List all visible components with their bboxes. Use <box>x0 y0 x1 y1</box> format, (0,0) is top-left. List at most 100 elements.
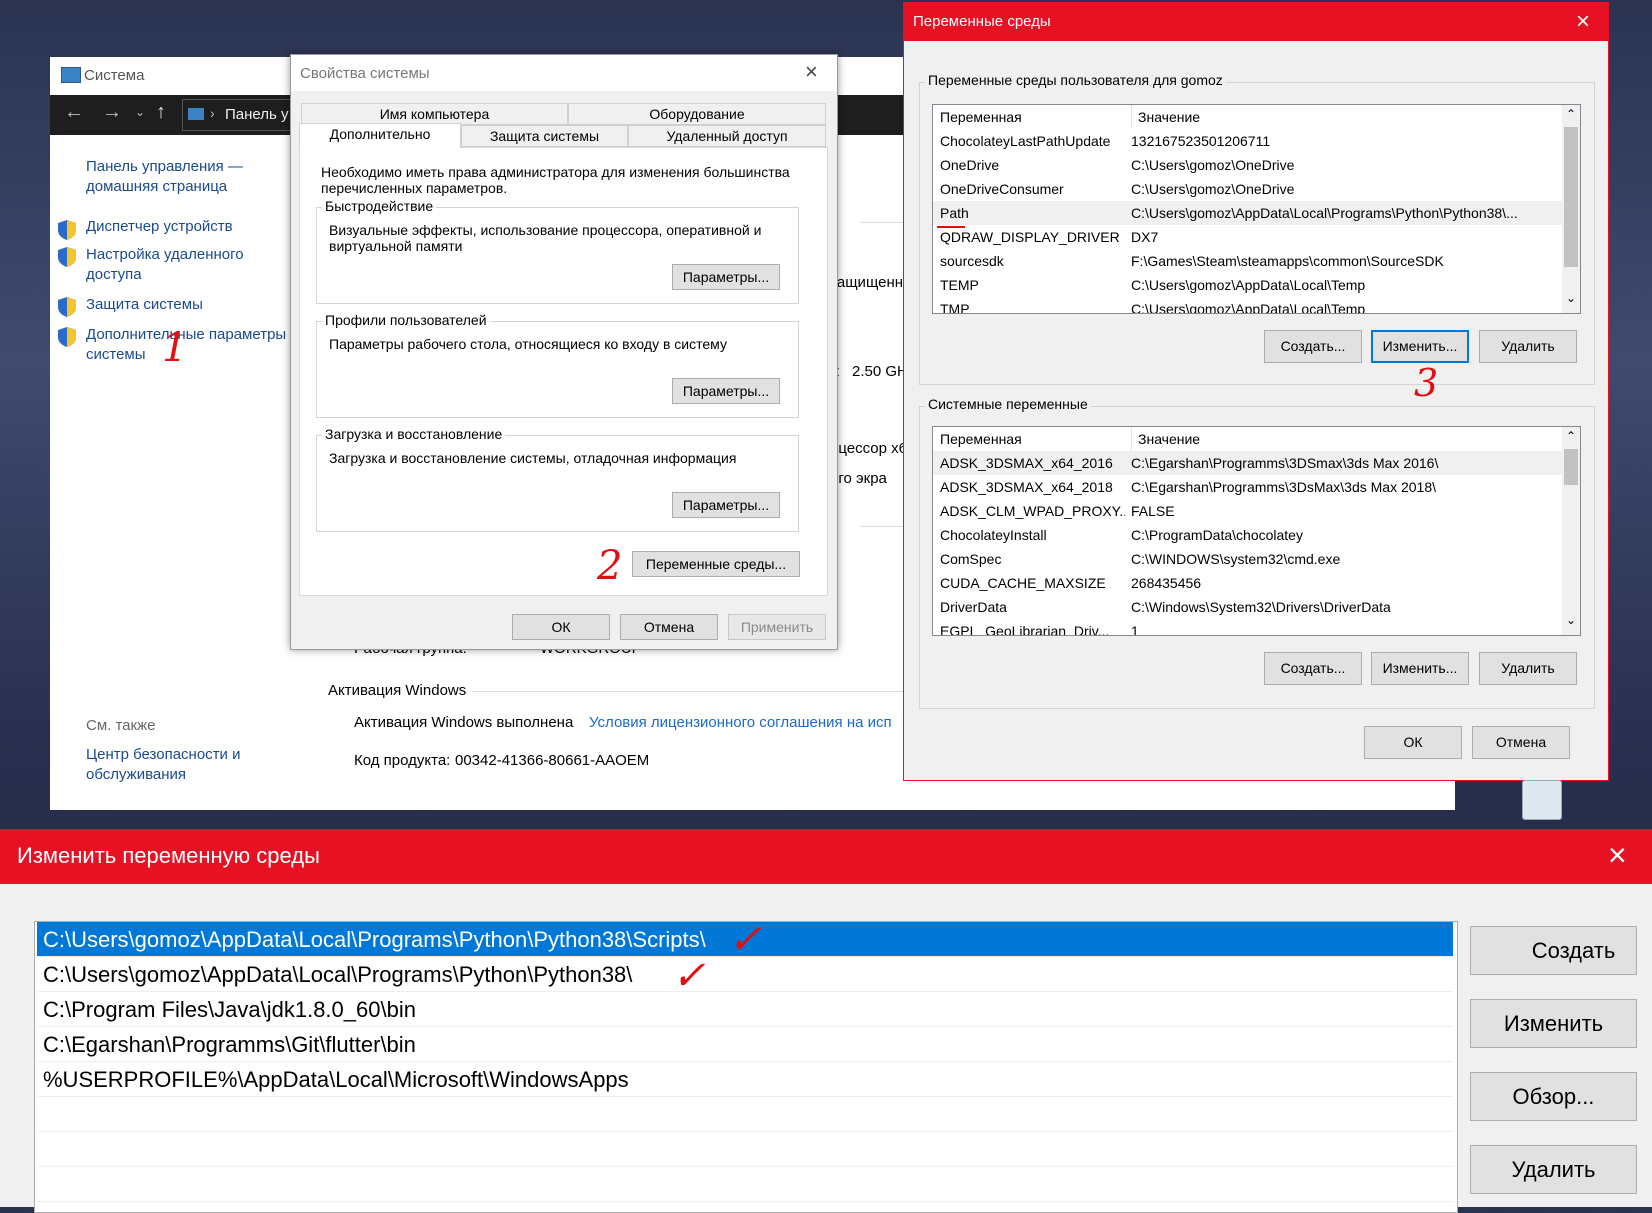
variable-name: ComSpec <box>940 551 1002 567</box>
profiles-settings-button[interactable]: Параметры... <box>672 378 780 404</box>
chevron-right-icon: › <box>210 105 215 121</box>
user-edit-button[interactable]: Изменить... <box>1371 330 1469 363</box>
license-terms-link[interactable]: Условия лицензионного соглашения на исп <box>589 714 892 731</box>
tab-advanced[interactable]: Дополнительно <box>299 123 461 148</box>
table-row[interactable]: Path C:\Users\gomoz\AppData\Local\Program… <box>933 201 1562 225</box>
table-row[interactable]: TMP C:\Users\gomoz\AppData\Local\Temp <box>933 297 1562 313</box>
forward-arrow-icon[interactable]: → <box>102 101 122 124</box>
user-create-button[interactable]: Создать... <box>1264 330 1362 363</box>
table-row[interactable]: OneDrive C:\Users\gomoz\OneDrive <box>933 153 1562 177</box>
chevron-up-icon[interactable]: ⌃ <box>1566 429 1576 443</box>
sidebar-item-label: Диспетчер устройств <box>86 218 233 235</box>
variable-name: DriverData <box>940 599 1007 615</box>
user-delete-button[interactable]: Удалить <box>1479 330 1577 363</box>
edit-titlebar: Изменить переменную среды × <box>0 829 1652 884</box>
sidebar-item-label: Дополнительные параметры системы <box>86 326 287 363</box>
create-label: Создать <box>1531 938 1616 963</box>
table-row[interactable]: CUDA_CACHE_MAXSIZE 268435456 <box>933 571 1562 595</box>
variable-name: Path <box>940 205 969 221</box>
apply-button[interactable]: Применить <box>728 614 826 640</box>
variable-name: CUDA_CACHE_MAXSIZE <box>940 575 1106 591</box>
empty-entry[interactable] <box>37 1132 1453 1167</box>
table-row[interactable]: ADSK_3DSMAX_x64_2016 C:\Egarshan\Programm… <box>933 451 1562 475</box>
system-variables-list[interactable]: Переменная Значение ADSK_3DSMAX_x64_2016… <box>932 426 1581 636</box>
environment-variables-button[interactable]: Переменные среды... <box>632 551 800 577</box>
env-cancel-button[interactable]: Отмена <box>1472 726 1570 759</box>
tab-hardware[interactable]: Оборудование <box>568 103 826 125</box>
scrollbar-thumb[interactable] <box>1564 127 1578 267</box>
path-entry[interactable]: C:\Egarshan\Programms\Git\flutter\bin <box>37 1027 1453 1062</box>
tab-system-protection[interactable]: Защита системы <box>461 125 628 147</box>
screen-fragment: ого экра <box>830 470 887 487</box>
back-arrow-icon[interactable]: ← <box>64 101 84 124</box>
chevron-up-icon[interactable]: ⌃ <box>1566 107 1576 121</box>
table-row[interactable]: DriverData C:\Windows\System32\Drivers\Dr… <box>933 595 1562 619</box>
variable-name: TEMP <box>940 277 979 293</box>
computer-icon <box>61 67 81 83</box>
chevron-down-icon[interactable]: ⌄ <box>1566 291 1576 305</box>
col-value[interactable]: Значение <box>1131 105 1200 129</box>
ok-button[interactable]: ОК <box>512 614 610 640</box>
profiles-group: Профили пользователей Параметры рабочего… <box>316 312 799 418</box>
checkmark-annotation: ✓ <box>672 953 706 999</box>
chevron-down-icon[interactable]: ⌄ <box>1566 613 1576 627</box>
col-variable[interactable]: Переменная <box>940 427 1022 451</box>
performance-settings-button[interactable]: Параметры... <box>672 264 780 290</box>
path-underline <box>937 226 965 228</box>
dialog-title: Свойства системы <box>300 65 430 82</box>
path-entries-list[interactable]: C:\Users\gomoz\AppData\Local\Programs\Py… <box>34 921 1458 1213</box>
variable-value: 268435456 <box>1131 575 1202 591</box>
system-delete-button[interactable]: Удалить <box>1479 652 1577 685</box>
col-value[interactable]: Значение <box>1131 427 1200 451</box>
scrollbar-thumb[interactable] <box>1564 449 1578 485</box>
system-edit-button[interactable]: Изменить... <box>1371 652 1469 685</box>
user-variables-title: Переменные среды пользователя для gomoz <box>925 72 1226 88</box>
variable-value: C:\Egarshan\Programms\3DsMax\3ds Max 201… <box>1131 479 1437 495</box>
table-row[interactable]: ADSK_CLM_WPAD_PROXY... FALSE <box>933 499 1562 523</box>
create-entry-button[interactable]: Создать <box>1470 926 1637 975</box>
up-arrow-icon[interactable]: ↑ <box>156 101 166 124</box>
user-variables-list[interactable]: Переменная Значение ChocolateyLastPathUp… <box>932 104 1581 314</box>
col-variable[interactable]: Переменная <box>940 105 1022 129</box>
delete-entry-button[interactable]: Удалить <box>1470 1145 1637 1194</box>
table-row[interactable]: sourcesdk F:\Games\Steam\steamapps\common… <box>933 249 1562 273</box>
path-entry[interactable]: C:\Program Files\Java\jdk1.8.0_60\bin <box>37 992 1453 1027</box>
table-row[interactable]: QDRAW_DISPLAY_DRIVER DX7 <box>933 225 1562 249</box>
scrollbar[interactable]: ⌃ ⌄ <box>1562 427 1580 635</box>
recycle-bin-icon[interactable] <box>1522 780 1562 820</box>
table-row[interactable]: ADSK_3DSMAX_x64_2018 C:\Egarshan\Programm… <box>933 475 1562 499</box>
close-icon[interactable]: × <box>1576 8 1590 36</box>
table-row[interactable]: TEMP C:\Users\gomoz\AppData\Local\Temp <box>933 273 1562 297</box>
close-icon[interactable]: × <box>805 59 818 85</box>
computer-icon <box>188 108 204 120</box>
variable-name: OneDriveConsumer <box>940 181 1064 197</box>
startup-settings-button[interactable]: Параметры... <box>672 492 780 518</box>
table-row[interactable]: ChocolateyLastPathUpdate 1321675235012067… <box>933 129 1562 153</box>
startup-title: Загрузка и восстановление <box>322 426 506 442</box>
activation-section-title: Активация Windows <box>328 682 467 699</box>
cancel-button[interactable]: Отмена <box>620 614 718 640</box>
path-entry[interactable]: %USERPROFILE%\AppData\Local\Microsoft\Wi… <box>37 1062 1453 1097</box>
table-row[interactable]: ChocolateyInstall C:\ProgramData\chocolat… <box>933 523 1562 547</box>
breadcrumb[interactable]: Панель у <box>225 106 289 123</box>
empty-entry[interactable] <box>37 1167 1453 1202</box>
tab-remote-access[interactable]: Удаленный доступ <box>628 125 826 147</box>
security-center-link[interactable]: Центр безопасности и обслуживания <box>86 745 256 785</box>
variable-value: DX7 <box>1131 229 1159 245</box>
env-ok-button[interactable]: ОК <box>1364 726 1462 759</box>
performance-desc: Визуальные эффекты, использование процес… <box>329 222 762 254</box>
table-row[interactable]: EGPL_GeoLibrarian_Driv... 1 <box>933 619 1562 635</box>
control-panel-home-link[interactable]: Панель управления — домашняя страница <box>86 157 256 197</box>
performance-group: Быстродействие Визуальные эффекты, испол… <box>316 198 799 304</box>
table-row[interactable]: ComSpec C:\WINDOWS\system32\cmd.exe <box>933 547 1562 571</box>
browse-button[interactable]: Обзор... <box>1470 1072 1637 1121</box>
scrollbar[interactable]: ⌃ ⌄ <box>1562 105 1580 313</box>
close-icon[interactable]: × <box>1608 837 1627 874</box>
system-create-button[interactable]: Создать... <box>1264 652 1362 685</box>
table-row[interactable]: OneDriveConsumer C:\Users\gomoz\OneDrive <box>933 177 1562 201</box>
empty-entry[interactable] <box>37 1097 1453 1132</box>
chevron-down-icon[interactable]: ⌄ <box>135 105 145 119</box>
tab-computer-name[interactable]: Имя компьютера <box>301 103 568 125</box>
edit-entry-button[interactable]: Изменить <box>1470 999 1637 1048</box>
variable-name: OneDrive <box>940 157 1000 173</box>
